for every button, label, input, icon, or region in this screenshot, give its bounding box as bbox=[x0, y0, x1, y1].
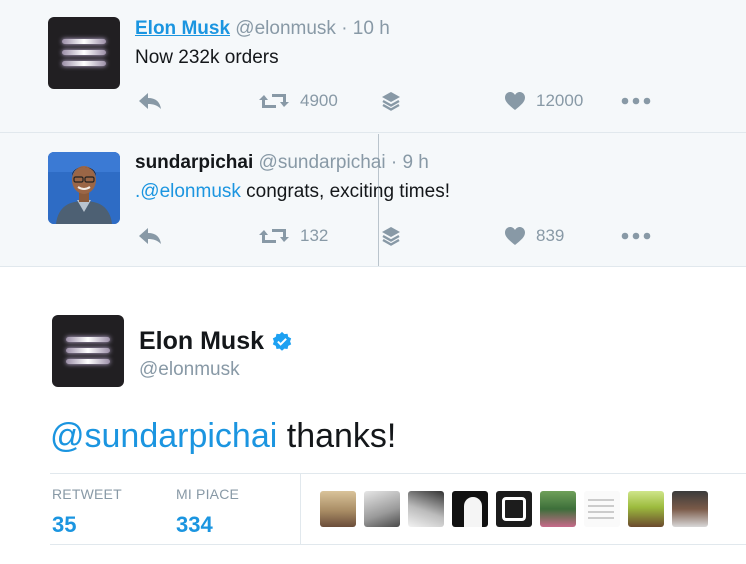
liker-avatar[interactable] bbox=[584, 491, 620, 527]
liker-avatar[interactable] bbox=[496, 491, 532, 527]
layers-icon bbox=[382, 92, 400, 111]
author-block: Elon Musk bbox=[139, 327, 293, 356]
tweet-text-rest: congrats, exciting times! bbox=[240, 181, 450, 202]
verified-badge-icon bbox=[272, 331, 292, 351]
tweet-actions: 132 839 bbox=[0, 222, 746, 250]
like-button[interactable]: 839 bbox=[504, 222, 564, 250]
more-icon bbox=[621, 232, 651, 240]
more-button[interactable] bbox=[621, 222, 651, 250]
reply-button[interactable] bbox=[137, 222, 163, 250]
author-handle[interactable]: @sundarpichai bbox=[259, 152, 386, 173]
mention-link[interactable]: @sundarpichai bbox=[50, 417, 277, 455]
liker-avatar[interactable] bbox=[672, 491, 708, 527]
retweet-count: 4900 bbox=[300, 91, 338, 110]
author-handle[interactable]: @elonmusk bbox=[235, 18, 336, 39]
more-icon bbox=[621, 97, 651, 105]
liker-avatar[interactable] bbox=[540, 491, 576, 527]
divider-line bbox=[378, 134, 379, 266]
liker-avatar[interactable] bbox=[320, 491, 356, 527]
tweet-header: Elon Musk @elonmusk · 10 h bbox=[135, 18, 390, 40]
like-count: 12000 bbox=[536, 91, 584, 110]
tweet-sundarpichai[interactable]: sundarpichai @sundarpichai · 9 h .@elonm… bbox=[0, 133, 746, 267]
retweet-count: 35 bbox=[52, 512, 77, 537]
author-name[interactable]: sundarpichai bbox=[135, 152, 253, 173]
layers-button[interactable] bbox=[380, 87, 402, 115]
tweet-elonmusk[interactable]: Elon Musk @elonmusk · 10 h Now 232k orde… bbox=[0, 0, 746, 133]
layers-icon bbox=[382, 227, 400, 246]
retweet-count: 132 bbox=[300, 226, 329, 245]
like-label: MI PIACE bbox=[176, 486, 240, 502]
avatar-elonmusk[interactable] bbox=[52, 315, 124, 387]
author-handle[interactable]: @elonmusk bbox=[139, 359, 240, 381]
retweet-button[interactable]: 132 bbox=[258, 222, 328, 250]
stats-divider bbox=[300, 474, 301, 544]
author-name[interactable]: Elon Musk bbox=[135, 18, 230, 39]
reply-icon bbox=[139, 93, 161, 109]
like-button[interactable]: 12000 bbox=[504, 87, 583, 115]
retweet-label: RETWEET bbox=[52, 486, 122, 502]
more-button[interactable] bbox=[621, 87, 651, 115]
liker-avatar[interactable] bbox=[628, 491, 664, 527]
avatar-sundarpichai[interactable] bbox=[48, 152, 120, 224]
tweet-time[interactable]: · 10 h bbox=[341, 18, 390, 39]
liker-avatar[interactable] bbox=[408, 491, 444, 527]
tweet-time[interactable]: · 9 h bbox=[391, 152, 429, 173]
tweet-text: @sundarpichai thanks! bbox=[50, 417, 396, 456]
author-name[interactable]: Elon Musk bbox=[139, 327, 264, 356]
reply-button[interactable] bbox=[137, 87, 163, 115]
like-count: 334 bbox=[176, 512, 213, 537]
reply-icon bbox=[139, 228, 161, 244]
like-stat[interactable]: MI PIACE 334 bbox=[176, 486, 239, 538]
avatar-elonmusk[interactable] bbox=[48, 17, 120, 89]
retweet-icon bbox=[259, 94, 289, 108]
retweet-icon bbox=[259, 229, 289, 243]
tweet-header: sundarpichai @sundarpichai · 9 h bbox=[135, 152, 429, 174]
tweet-text: .@elonmusk congrats, exciting times! bbox=[135, 181, 450, 203]
tweet-text: Now 232k orders bbox=[135, 47, 279, 68]
person-photo bbox=[48, 152, 120, 224]
mention-link[interactable]: .@elonmusk bbox=[135, 181, 241, 202]
retweet-button[interactable]: 4900 bbox=[258, 87, 338, 115]
liker-avatar[interactable] bbox=[364, 491, 400, 527]
liker-avatar[interactable] bbox=[452, 491, 488, 527]
tweet-text-rest: thanks! bbox=[277, 417, 397, 455]
retweet-stat[interactable]: RETWEET 35 bbox=[52, 486, 122, 538]
expanded-tweet: Elon Musk @elonmusk @sundarpichai thanks… bbox=[0, 267, 746, 564]
like-count: 839 bbox=[536, 226, 565, 245]
tweet-actions: 4900 12000 bbox=[0, 87, 746, 115]
layers-button[interactable] bbox=[380, 222, 402, 250]
tweet-stats: RETWEET 35 MI PIACE 334 bbox=[50, 473, 746, 545]
heart-icon bbox=[505, 92, 525, 110]
heart-icon bbox=[505, 227, 525, 245]
